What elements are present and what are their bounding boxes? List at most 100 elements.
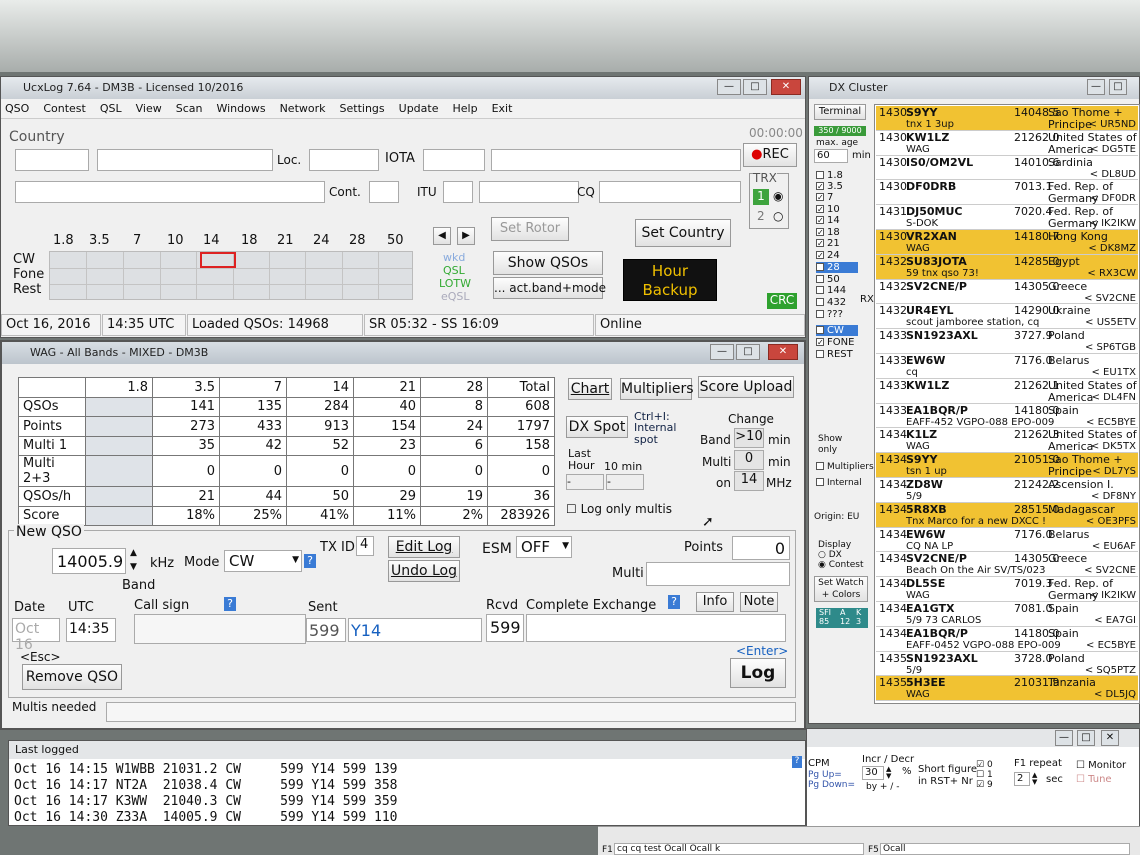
band-filter-3-5[interactable]: ✓ 3.5 (816, 181, 843, 192)
menu-network[interactable]: Network (280, 102, 326, 115)
zone-info-field[interactable] (479, 181, 579, 203)
spot-row[interactable]: 1432 SU83JOTA 14285.0 Egypt 59 tnx qso 73! < … (876, 254, 1138, 280)
undo-log-button[interactable]: Undo Log (388, 560, 460, 582)
spot-row[interactable]: 1430 KW1LZ 21262.0 United States of America… (876, 130, 1138, 156)
cw-maximize-button[interactable]: □ (1077, 730, 1095, 746)
band-filter-432[interactable]: 432 (816, 297, 846, 308)
band-filter-18[interactable]: ✓ 18 (816, 227, 840, 238)
spot-row[interactable]: 1434 SV2CNE/P 14305.0 Greece Beach On the Ai… (876, 552, 1138, 578)
trx1-radio-icon[interactable]: ◉ (773, 189, 783, 203)
callsign-help-icon[interactable]: ? (224, 597, 236, 611)
country-prefix-field[interactable] (15, 149, 89, 171)
f1-macro-field[interactable]: cq cq test Ocall Ocall k (614, 843, 864, 855)
multipliers-button[interactable]: Multipliers (620, 378, 694, 400)
spot-row[interactable]: 1434 5R8XB 28515.0 Madagascar Tnx Marco for … (876, 502, 1138, 528)
spot-row[interactable]: 1435 SN1923AXL 3728.0 Poland 5/9 < SQ5PTZ (876, 651, 1138, 677)
date-field[interactable]: Oct 16 (12, 618, 60, 653)
band-filter-1-8[interactable]: 1.8 (816, 170, 843, 181)
cluster-minimize-button[interactable]: — (1087, 79, 1105, 95)
note-button[interactable]: Note (740, 592, 778, 612)
band-filter-7[interactable]: ✓ 7 (816, 192, 833, 203)
edit-log-button[interactable]: Edit Log (388, 536, 460, 558)
exchange-help-icon[interactable]: ? (668, 595, 680, 609)
tune-checkbox[interactable]: ☐ Tune (1076, 774, 1112, 785)
callsign-field[interactable] (134, 614, 306, 644)
info-button[interactable]: Info (696, 592, 734, 612)
utc-field[interactable]: 14:35 (66, 618, 116, 642)
menu-view[interactable]: View (136, 102, 162, 115)
band-filter-50[interactable]: 50 (816, 274, 840, 285)
spot-row[interactable]: 1432 UR4EYL 14290.0 Ukraine scout jamboree s… (876, 304, 1138, 330)
freq-up-icon[interactable]: ▲ (130, 548, 137, 558)
incr-spin-icon[interactable]: ▲ ▼ (886, 766, 891, 780)
wag-minimize-button[interactable]: — (710, 344, 734, 360)
display-dx-radio[interactable]: ○ DX (818, 550, 842, 560)
maximize-button[interactable]: □ (743, 79, 767, 95)
mode-select[interactable]: CW ▼ (224, 550, 302, 572)
change-multi-field[interactable]: 0 (734, 450, 764, 470)
display-contest-radio[interactable]: ◉ Contest (818, 560, 864, 570)
minimize-button[interactable]: — (717, 79, 741, 95)
menu-help[interactable]: Help (452, 102, 477, 115)
chart-button[interactable]: Chart (568, 378, 612, 400)
cw-close-button[interactable]: ✕ (1101, 730, 1119, 746)
spot-row[interactable]: 1430 DF0DRB 7013.1 Fed. Rep. of Germany < DF… (876, 180, 1138, 206)
band-mode-grid[interactable] (49, 251, 413, 300)
frequency-field[interactable]: 14005.9 (52, 548, 126, 574)
monitor-checkbox[interactable]: ☐ Monitor (1076, 760, 1126, 771)
menu-settings[interactable]: Settings (340, 102, 385, 115)
spot-row[interactable]: 1433 SN1923AXL 3727.9 Poland < SP6TGB (876, 329, 1138, 354)
spot-row[interactable]: 1435 5H3EE 21031.9 Tanzania WAG < DL5JQ (876, 676, 1138, 702)
band-filter-other[interactable]: ??? (816, 309, 843, 320)
spot-row[interactable]: 1434 K1LZ 21262.3 United States of America W… (876, 428, 1138, 454)
show-multipliers-checkbox[interactable]: Multipliers (816, 462, 874, 472)
band-filter-21[interactable]: ✓ 21 (816, 238, 840, 249)
f1-spin-icon[interactable]: ▲ ▼ (1032, 772, 1037, 786)
max-age-field[interactable]: 60 (814, 149, 848, 163)
menu-qsl[interactable]: QSL (100, 102, 122, 115)
spot-row[interactable]: 1432 SV2CNE/P 14305.0 Greece < SV2CNE (876, 279, 1138, 305)
itu-field[interactable] (443, 181, 473, 203)
close-button[interactable]: ✕ (771, 79, 801, 95)
mode-filter-fone[interactable]: ✓ FONE (816, 337, 854, 348)
last-logged-help-icon[interactable]: ? (792, 756, 802, 768)
rcvd-rst-field[interactable]: 599 (486, 614, 524, 642)
cq-field[interactable] (599, 181, 741, 203)
last-logged-row[interactable]: Oct 16 14:15 W1WBB 21031.2 CW 599 Y14 59… (14, 762, 398, 777)
incr-field[interactable]: 30 (862, 766, 884, 780)
last-logged-row[interactable]: Oct 16 14:17 K3WW 21040.3 CW 599 Y14 599… (14, 794, 398, 809)
rec-button[interactable]: ●REC (743, 143, 797, 167)
iota-field[interactable] (423, 149, 485, 171)
cluster-maximize-button[interactable]: □ (1109, 79, 1127, 95)
menu-exit[interactable]: Exit (492, 102, 513, 115)
iota-name-field[interactable] (491, 149, 741, 171)
terminal-button[interactable]: Terminal (814, 104, 866, 120)
mode-filter-rest[interactable]: REST (816, 349, 853, 360)
short-fig-9[interactable]: ☑ 9 (976, 780, 993, 790)
mode-filter-cw[interactable]: ✓ CW (816, 325, 858, 336)
exchange-field[interactable] (526, 614, 786, 642)
spot-row[interactable]: 1431 DJ50MUC 7020.4 Fed. Rep. of Germany S-D… (876, 205, 1138, 230)
set-rotor-button[interactable]: Set Rotor (491, 217, 569, 241)
spot-row[interactable]: 1430 S9YY 14048.5 Sao Thome + Principe tnx 1… (876, 106, 1138, 131)
band-filter-24[interactable]: ✓ 24 (816, 250, 840, 261)
remove-qso-button[interactable]: Remove QSO (22, 664, 122, 690)
set-watch-button[interactable]: Set Watch + Colors (814, 576, 868, 602)
score-upload-button[interactable]: Score Upload (698, 376, 794, 398)
band-filter-14[interactable]: ✓ 14 (816, 215, 840, 226)
trx1-indicator[interactable]: 1 (753, 189, 769, 205)
log-button[interactable]: Log (730, 658, 786, 688)
spot-row[interactable]: 1433 EW6W 7176.0 Belarus cq < EU1TX (876, 354, 1138, 379)
f5-macro-field[interactable]: Ocall (880, 843, 1130, 855)
spot-row[interactable]: 1434 EA1GTX 7081.0 Spain 5/9 73 CARLOS < EA7G… (876, 602, 1138, 627)
loc-field[interactable] (309, 149, 379, 171)
menu-windows[interactable]: Windows (216, 102, 265, 115)
spot-row[interactable]: 1433 KW1LZ 21262.1 United States of America… (876, 378, 1138, 404)
sent-rst-field[interactable]: 599 (306, 618, 346, 642)
menu-qso[interactable]: QSO (5, 102, 29, 115)
wag-close-button[interactable]: ✕ (768, 344, 798, 360)
cw-minimize-button[interactable]: — (1055, 730, 1073, 746)
menu-contest[interactable]: Contest (43, 102, 86, 115)
spot-row[interactable]: 1434 S9YY 21051.0 Sao Thome + Principe tsn 1… (876, 453, 1138, 478)
spot-row[interactable]: 1434 EW6W 7176.0 Belarus CQ NA LP < EU6AF (876, 527, 1138, 553)
